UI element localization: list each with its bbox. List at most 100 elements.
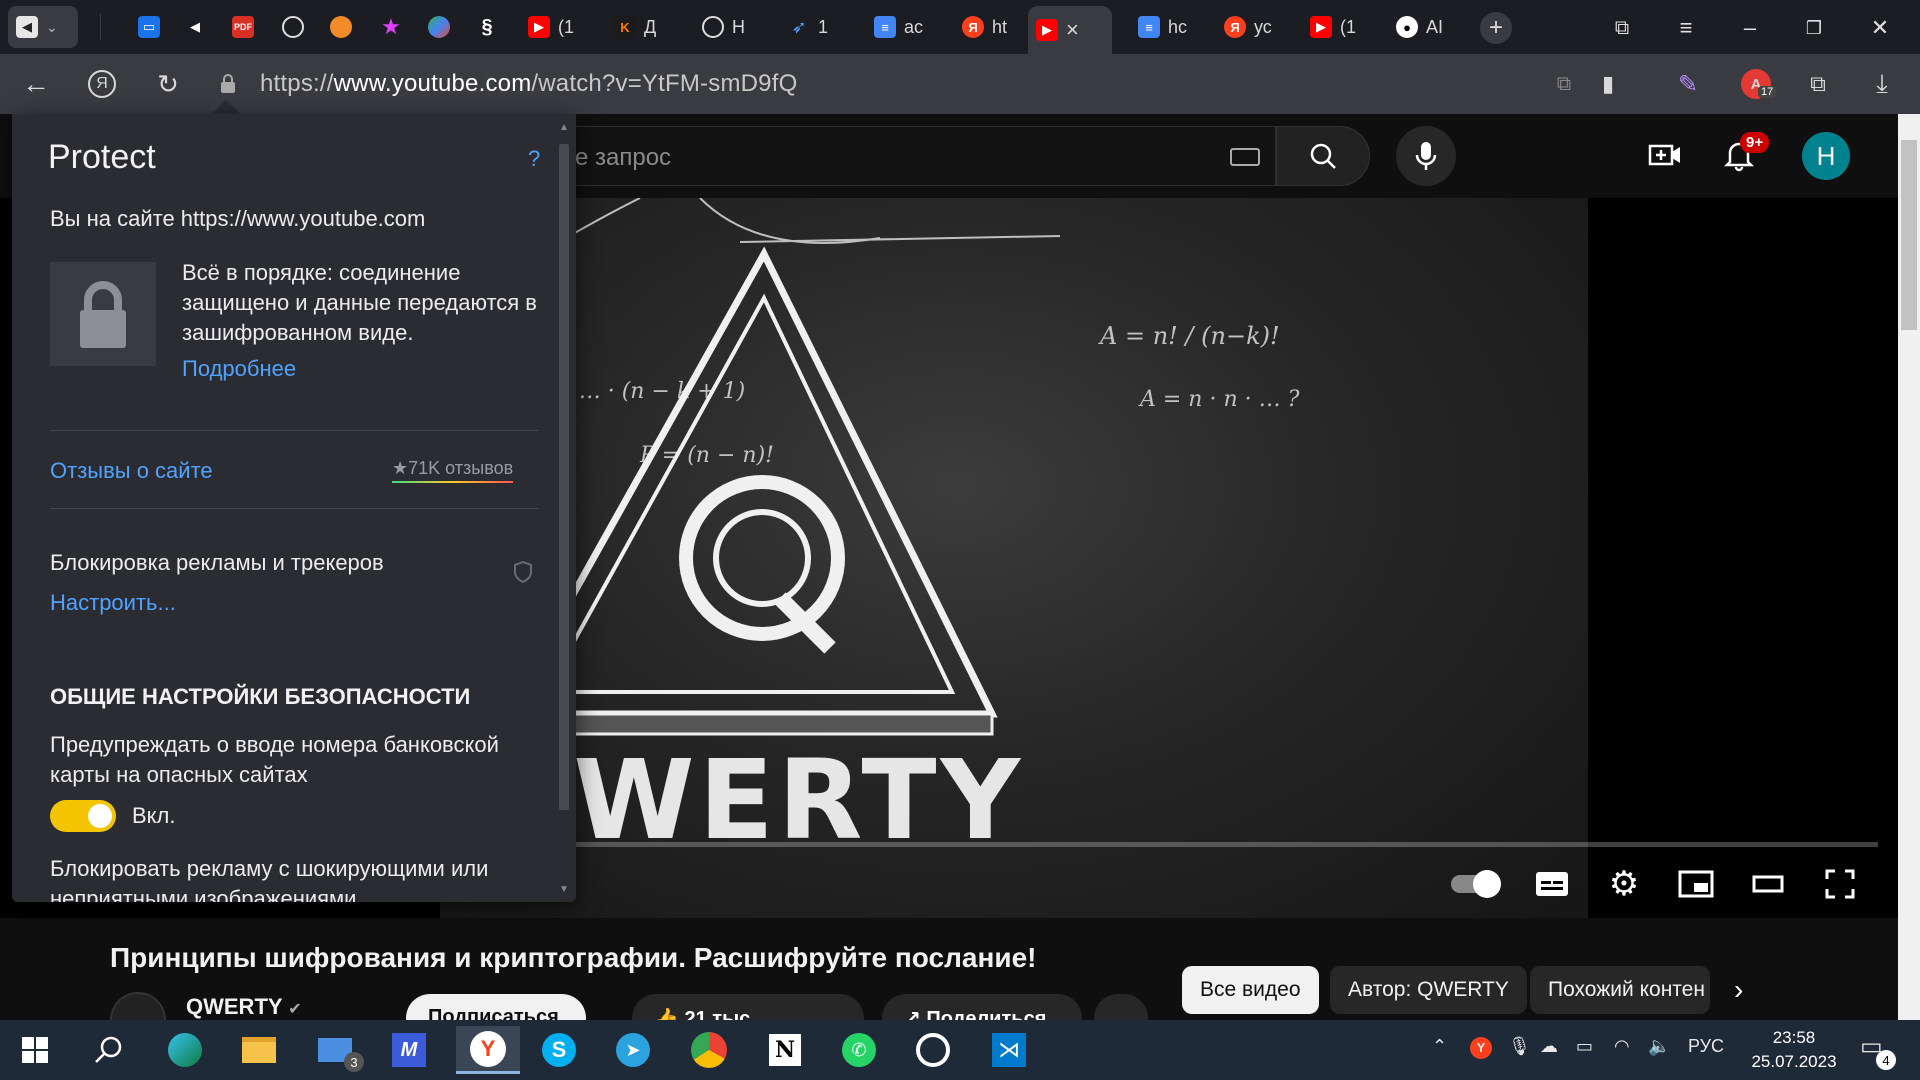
tab-wing[interactable]: ➶ 1	[780, 6, 836, 48]
bookmark-button[interactable]: ▮	[1588, 64, 1628, 104]
video-progress-bar[interactable]	[570, 842, 1878, 847]
taskbar-whatsapp[interactable]: ✆	[830, 1026, 888, 1074]
miniplayer-button[interactable]	[1670, 858, 1722, 910]
restore-button[interactable]: ❐	[1792, 8, 1836, 48]
speaker-icon: 🔈	[1648, 1036, 1671, 1056]
scroll-down-arrow-icon[interactable]: ▼	[559, 884, 569, 895]
taskbar-davinci[interactable]	[904, 1026, 962, 1074]
back-button[interactable]: ←	[16, 64, 56, 104]
tab-github[interactable]: ● AI	[1388, 6, 1451, 48]
popup-scrollbar-thumb[interactable]	[559, 144, 569, 810]
new-tab-button[interactable]: +	[1474, 8, 1518, 48]
chip-author[interactable]: Автор: QWERTY	[1330, 966, 1527, 1014]
tab-fox[interactable]	[322, 6, 360, 48]
tray-onedrive[interactable]: ☁	[1540, 1036, 1558, 1057]
tab-yandex-2[interactable]: Яус	[1216, 6, 1280, 48]
voice-search-button[interactable]	[1396, 126, 1456, 186]
taskbar-yandex-browser[interactable]: Y	[456, 1026, 520, 1074]
language-indicator[interactable]: РУС	[1688, 1036, 1724, 1057]
autoplay-toggle[interactable]	[1448, 858, 1501, 910]
taskbar-notion[interactable]: N	[756, 1026, 814, 1074]
reload-button[interactable]: ↻	[148, 64, 188, 104]
tray-microphone[interactable]: 🎙	[1508, 1036, 1531, 1057]
taskbar-skype[interactable]: S	[530, 1026, 588, 1074]
tab-k[interactable]: KД	[606, 6, 664, 48]
channel-name[interactable]: QWERTY ✔	[186, 994, 302, 1020]
tab-star[interactable]: ★	[372, 6, 410, 48]
protect-popup: Protect ? Вы на сайте https://www.youtub…	[12, 114, 576, 902]
avatar[interactable]: Н	[1802, 132, 1850, 180]
more-details-link[interactable]: Подробнее	[182, 356, 296, 382]
site-info-button[interactable]	[208, 64, 248, 104]
video-title: Принципы шифрования и криптографии. Расш…	[110, 942, 1037, 973]
help-button[interactable]: ?	[528, 146, 540, 172]
tab-chatgpt-2[interactable]: Н	[694, 6, 753, 48]
tab-youtube-2[interactable]: ▶ (1	[1302, 6, 1364, 48]
edge-icon	[168, 1033, 202, 1067]
start-button[interactable]	[6, 1026, 64, 1074]
taskbar-app-m[interactable]: M	[380, 1026, 438, 1074]
close-icon: ✕	[1870, 15, 1890, 40]
tab-doc-2[interactable]: ≡ hc	[1130, 6, 1195, 48]
taskbar-telegram[interactable]: ➤	[604, 1026, 662, 1074]
menu-button[interactable]: ≡	[1664, 8, 1708, 48]
tray-volume[interactable]: 🔈	[1648, 1036, 1670, 1057]
davinci-icon	[916, 1033, 950, 1067]
site-reviews-link[interactable]: Отзывы о сайте	[50, 458, 213, 484]
tab-link[interactable]: §	[468, 6, 506, 48]
search-button[interactable]	[80, 1026, 138, 1074]
tab-bubbles[interactable]	[420, 6, 458, 48]
tray-wifi[interactable]: ◠	[1614, 1036, 1630, 1057]
keyboard-icon[interactable]	[1230, 148, 1260, 166]
tray-battery[interactable]: ▭	[1576, 1036, 1593, 1057]
tab-yandex-1[interactable]: Яht	[954, 6, 1015, 48]
tray-yandex[interactable]: Y	[1470, 1036, 1492, 1059]
tray-overflow-button[interactable]: ⌃	[1432, 1036, 1447, 1057]
scroll-up-arrow-icon[interactable]: ▲	[559, 122, 569, 133]
tab-audio-controls[interactable]: ◀ ⌄	[8, 6, 78, 48]
taskbar-edge[interactable]	[156, 1026, 214, 1074]
tab-pdf[interactable]: PDF	[224, 6, 262, 48]
subtitles-button[interactable]	[1526, 858, 1578, 910]
create-video-button[interactable]	[1648, 138, 1682, 177]
reviews-count[interactable]: ★71K отзывов	[392, 458, 514, 483]
notification-center-button[interactable]: ▭ 4	[1860, 1032, 1896, 1070]
chip-related[interactable]: Похожий контен	[1530, 966, 1710, 1014]
tab-youtube-active[interactable]: ▶ ×	[1028, 6, 1112, 54]
close-window-button[interactable]: ✕	[1858, 8, 1902, 48]
tab-audio[interactable]: ◀	[176, 6, 214, 48]
tab-chat[interactable]: ▭	[130, 6, 168, 48]
install-app-button[interactable]: ⧉	[1544, 64, 1584, 104]
tab-manager-button[interactable]: ⧉	[1600, 8, 1644, 48]
configure-link[interactable]: Настроить...	[50, 590, 176, 616]
taskbar-mail[interactable]: 3	[306, 1026, 364, 1074]
taskbar-chrome[interactable]	[680, 1026, 738, 1074]
fullscreen-button[interactable]	[1814, 858, 1866, 910]
connection-status-text: Всё в порядке: соединение защищено и дан…	[182, 260, 537, 345]
tab-doc-1[interactable]: ≡ ас	[866, 6, 931, 48]
chevron-down-icon: ⌄	[46, 18, 58, 35]
extension-badge: 17	[1758, 86, 1777, 98]
tab-youtube-1[interactable]: ▶ (1	[520, 6, 582, 48]
chip-all-videos[interactable]: Все видео	[1182, 966, 1319, 1014]
tab-chatgpt[interactable]	[274, 6, 312, 48]
clock[interactable]: 23:58 25.07.2023	[1744, 1026, 1844, 1074]
feather-button[interactable]: ✎	[1668, 64, 1708, 104]
chips-next-button[interactable]: ›	[1734, 974, 1743, 1006]
download-icon: ⤓	[1876, 68, 1888, 98]
url-field[interactable]: https://www.youtube.com/watch?v=YtFM-smD…	[260, 66, 797, 102]
search-button[interactable]	[1276, 126, 1370, 186]
card-warning-toggle[interactable]	[50, 800, 116, 832]
minimize-button[interactable]: –	[1728, 8, 1772, 48]
search-icon	[1310, 143, 1336, 169]
settings-button[interactable]: ⚙	[1598, 858, 1650, 910]
yandex-home-button[interactable]: Я	[82, 64, 122, 104]
extension-button[interactable]: A 17	[1736, 64, 1777, 104]
theater-mode-button[interactable]	[1742, 858, 1794, 910]
page-scrollbar-thumb[interactable]	[1901, 140, 1917, 330]
taskbar-vscode[interactable]: ⋊	[980, 1026, 1038, 1074]
taskbar-explorer[interactable]	[230, 1026, 288, 1074]
downloads-button[interactable]: ⤓	[1862, 64, 1902, 104]
close-icon[interactable]: ×	[1066, 17, 1079, 43]
collections-button[interactable]: ⧉	[1798, 64, 1838, 104]
